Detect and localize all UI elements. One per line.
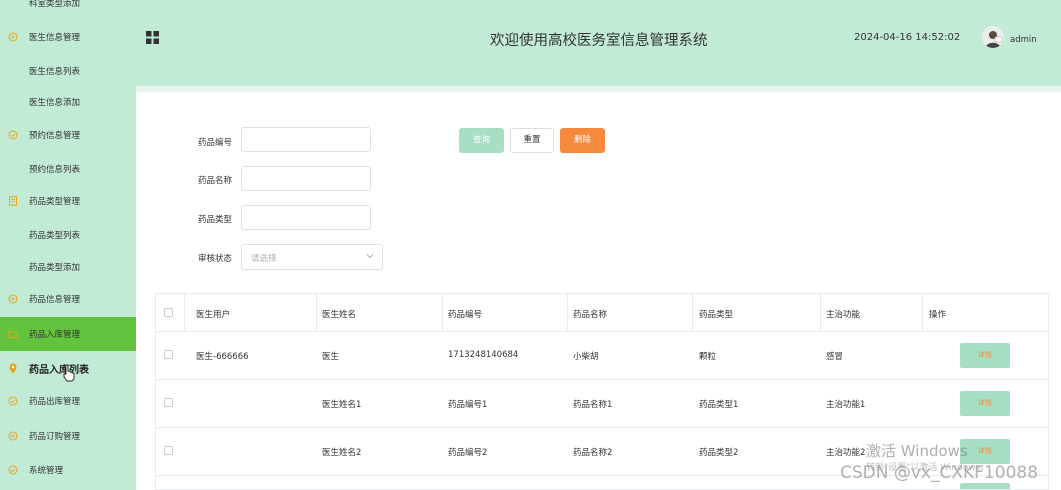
- folder-icon: [8, 329, 18, 339]
- page-title: 欢迎使用高校医务室信息管理系统: [490, 33, 708, 49]
- cell-function: 主治功能1: [826, 400, 866, 410]
- sidebar-item-label: 医生信息添加: [29, 98, 81, 108]
- sidebar-item-doctor-add[interactable]: 医生信息添加: [0, 85, 136, 119]
- reset-button[interactable]: 重置: [510, 128, 554, 153]
- sidebar-item-drug-stockin-manage[interactable]: 药品入库管理: [0, 317, 136, 351]
- chevron-down-icon: [366, 254, 374, 259]
- check-circle-icon: [8, 130, 18, 140]
- cell-drug-type: 颗粒: [699, 352, 717, 362]
- review-status-label: 审核状态: [198, 254, 233, 264]
- query-button[interactable]: 查询: [459, 128, 504, 153]
- sidebar-item-drug-stockout-manage[interactable]: 药品出库管理: [0, 384, 136, 418]
- review-status-select[interactable]: 请选择: [241, 244, 383, 270]
- sidebar-item-label: 医生信息列表: [29, 67, 81, 77]
- chat-icon: [8, 32, 18, 42]
- sidebar-item-label: 药品入库列表: [29, 364, 89, 376]
- document-icon: [8, 196, 18, 206]
- drug-code-label: 药品编号: [198, 138, 233, 148]
- sidebar-item-label: 医生信息管理: [29, 33, 81, 43]
- row-checkbox[interactable]: [164, 398, 173, 407]
- sidebar: 科室类型添加 医生信息管理 医生信息列表 医生信息添加 预约信息管理 预约信息列…: [0, 0, 136, 490]
- drug-name-input[interactable]: [241, 166, 371, 191]
- current-datetime: 2024-04-16 14:52:02: [854, 32, 961, 43]
- sidebar-item-label: 药品订购管理: [29, 432, 81, 442]
- column-header: 药品类型: [699, 310, 734, 320]
- column-header: 主治功能: [826, 310, 861, 320]
- cell-doctor-name: 医生姓名1: [322, 400, 362, 410]
- sidebar-item-label: 预约信息管理: [29, 131, 81, 141]
- cell-drug-name: 药品名称2: [573, 448, 613, 458]
- sidebar-item-appointment-manage[interactable]: 预约信息管理: [0, 118, 136, 152]
- sidebar-item-dept-type-add[interactable]: 科室类型添加: [0, 0, 136, 20]
- row-checkbox[interactable]: [164, 350, 173, 359]
- detail-button-partial[interactable]: [960, 483, 1010, 489]
- chat-icon: [8, 431, 18, 441]
- menu-grid-icon[interactable]: [146, 31, 159, 44]
- detail-button[interactable]: 详情: [960, 343, 1010, 368]
- detail-button[interactable]: 详情: [960, 391, 1010, 416]
- sidebar-item-doctor-manage[interactable]: 医生信息管理: [0, 20, 136, 54]
- column-header: 药品编号: [448, 310, 483, 320]
- column-header: 药品名称: [573, 310, 608, 320]
- delete-button[interactable]: 删除: [560, 128, 605, 153]
- sidebar-item-label: 药品入库管理: [29, 330, 81, 340]
- sidebar-item-label: 药品类型管理: [29, 197, 81, 207]
- hand-cursor-icon: [63, 364, 75, 382]
- select-all-checkbox[interactable]: [164, 308, 173, 317]
- check-circle-icon: [8, 396, 18, 406]
- sidebar-item-drug-info-manage[interactable]: 药品信息管理: [0, 282, 136, 316]
- sidebar-item-label: 药品出库管理: [29, 397, 81, 407]
- cell-function: 主治功能2: [826, 448, 866, 458]
- username[interactable]: admin: [1010, 35, 1037, 45]
- sidebar-item-system-manage[interactable]: 系统管理: [0, 453, 136, 487]
- sidebar-item-drug-order-manage[interactable]: 药品订购管理: [0, 419, 136, 453]
- column-header: 医生姓名: [322, 310, 357, 320]
- sidebar-item-drug-type-manage[interactable]: 药品类型管理: [0, 184, 136, 218]
- sidebar-item-label: 药品信息管理: [29, 295, 81, 305]
- cell-drug-code: 药品编号2: [448, 448, 488, 458]
- sidebar-item-label: 系统管理: [29, 466, 64, 476]
- row-checkbox[interactable]: [164, 446, 173, 455]
- cell-doctor-name: 医生: [322, 352, 340, 362]
- drug-name-label: 药品名称: [198, 176, 233, 186]
- review-status-placeholder: 请选择: [251, 254, 277, 264]
- cell-function: 感冒: [826, 352, 844, 362]
- column-header: 医生用户: [196, 310, 231, 320]
- sidebar-item-doctor-list[interactable]: 医生信息列表: [0, 54, 136, 88]
- content-divider: [136, 86, 1061, 92]
- avatar[interactable]: [982, 26, 1004, 48]
- sidebar-item-drug-type-list[interactable]: 药品类型列表: [0, 218, 136, 252]
- column-header: 操作: [929, 310, 947, 320]
- sidebar-item-appointment-list[interactable]: 预约信息列表: [0, 152, 136, 186]
- check-circle-icon: [8, 465, 18, 475]
- drug-type-input[interactable]: [241, 205, 371, 230]
- sidebar-item-drug-type-add[interactable]: 药品类型添加: [0, 250, 136, 284]
- csdn-watermark: CSDN @vx_CXKF10088: [840, 463, 1039, 483]
- top-header: 欢迎使用高校医务室信息管理系统 2024-04-16 14:52:02 admi…: [136, 0, 1061, 86]
- cell-drug-code: 1713248140684: [448, 350, 519, 360]
- sidebar-item-label: 科室类型添加: [29, 0, 81, 9]
- cell-drug-type: 药品类型1: [699, 400, 739, 410]
- cell-drug-name: 小柴胡: [573, 352, 599, 362]
- activate-windows-watermark: 激活 Windows: [866, 442, 968, 460]
- cell-doctor-user: 医生-666666: [196, 352, 249, 362]
- sidebar-item-label: 药品类型列表: [29, 231, 81, 241]
- map-pin-icon: [8, 363, 18, 374]
- cell-drug-type: 药品类型2: [699, 448, 739, 458]
- drug-type-label: 药品类型: [198, 215, 233, 225]
- sidebar-item-label: 预约信息列表: [29, 165, 81, 175]
- drug-code-input[interactable]: [241, 127, 371, 152]
- cell-drug-name: 药品名称1: [573, 400, 613, 410]
- sidebar-item-label: 药品类型添加: [29, 263, 81, 273]
- cell-doctor-name: 医生姓名2: [322, 448, 362, 458]
- chat-icon: [8, 294, 18, 304]
- cell-drug-code: 药品编号1: [448, 400, 488, 410]
